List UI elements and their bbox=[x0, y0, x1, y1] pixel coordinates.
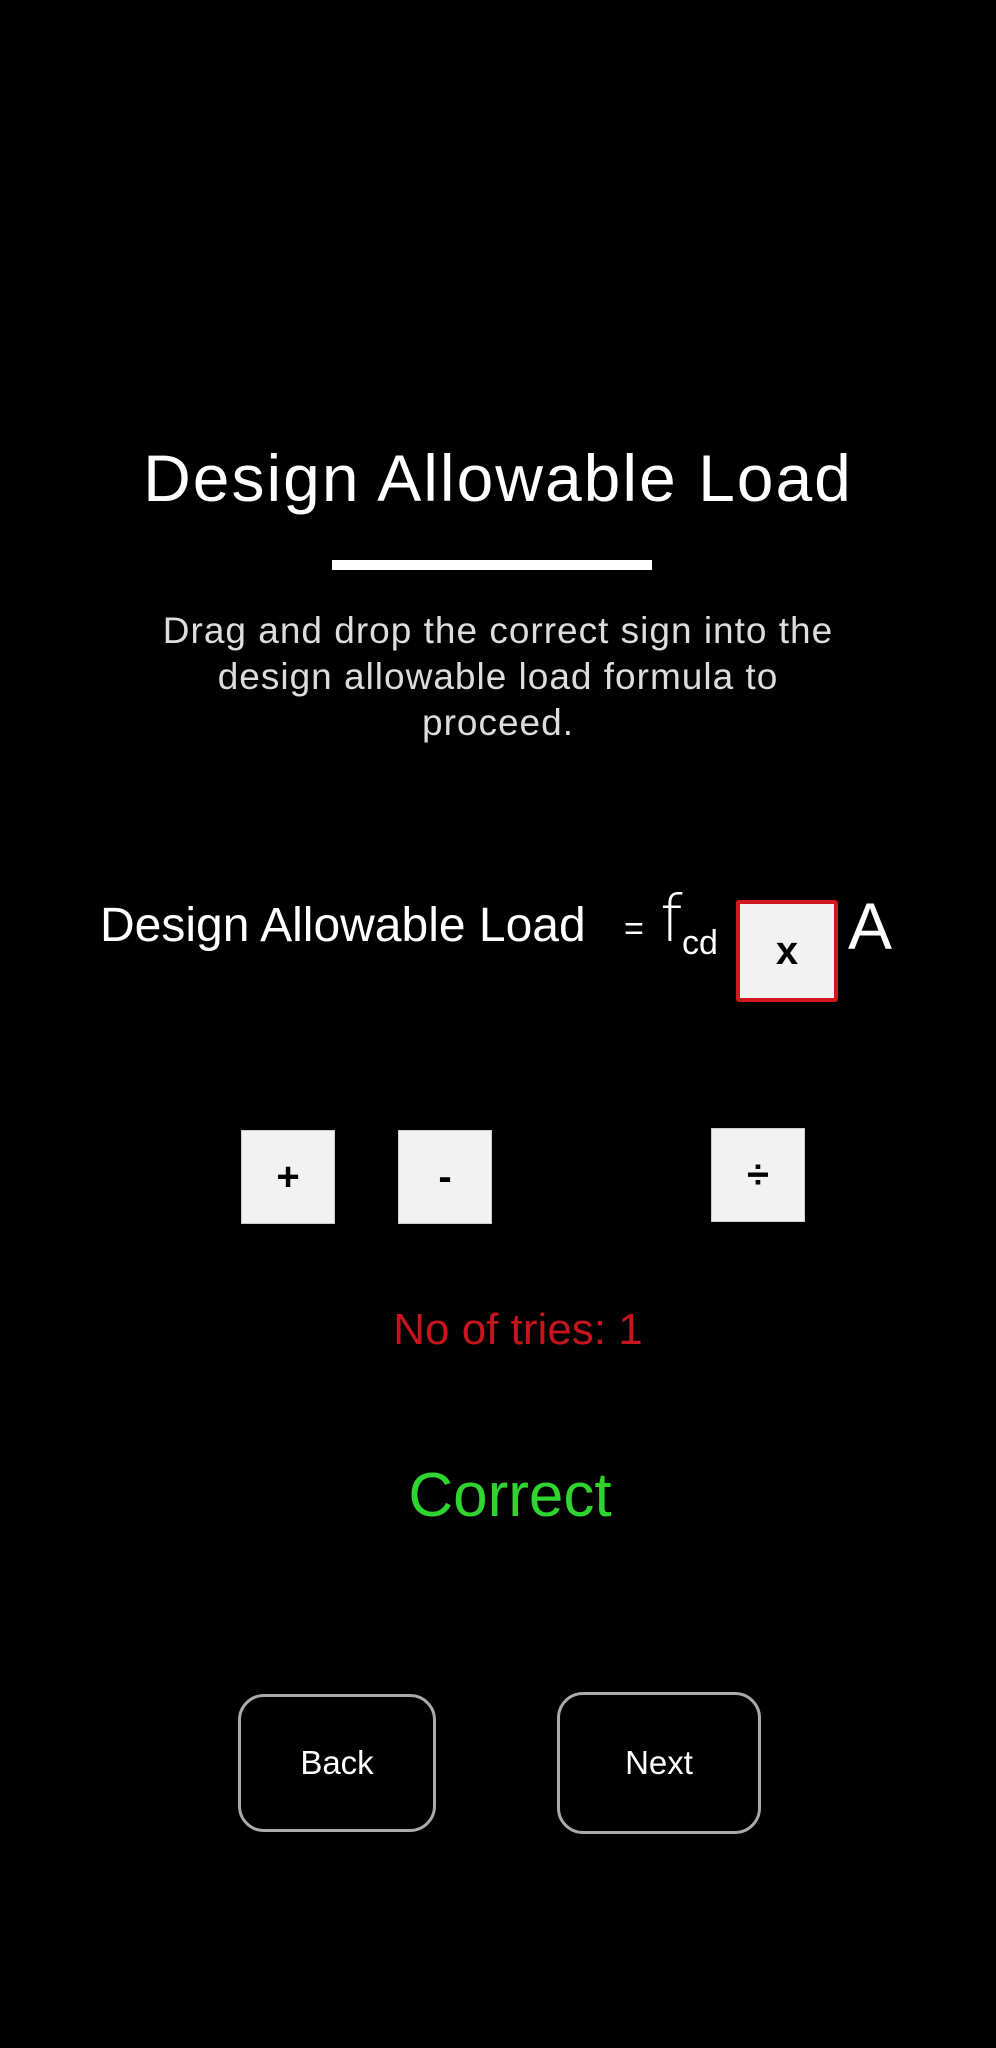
tries-counter: No of tries: 1 bbox=[393, 1305, 643, 1354]
formula-f-subscript: cd bbox=[682, 924, 718, 962]
divide-sign-tile[interactable]: ÷ bbox=[711, 1128, 805, 1222]
formula-label: Design Allowable Load bbox=[100, 899, 586, 952]
back-button[interactable]: Back bbox=[238, 1694, 436, 1832]
formula-a-symbol: A bbox=[848, 889, 893, 963]
minus-sign-tile[interactable]: - bbox=[398, 1130, 492, 1224]
page-title: Design Allowable Load bbox=[143, 441, 853, 515]
instructions-text: Drag and drop the correct sign into the … bbox=[162, 610, 834, 743]
plus-sign-tile[interactable]: + bbox=[241, 1130, 335, 1224]
title-underline bbox=[332, 560, 652, 570]
formula-equals-sign: = bbox=[624, 910, 644, 948]
formula-f-symbol: f bbox=[660, 883, 683, 957]
result-message: Correct bbox=[408, 1461, 612, 1530]
next-button[interactable]: Next bbox=[557, 1692, 761, 1834]
sign-drop-slot[interactable]: x bbox=[736, 900, 838, 1002]
